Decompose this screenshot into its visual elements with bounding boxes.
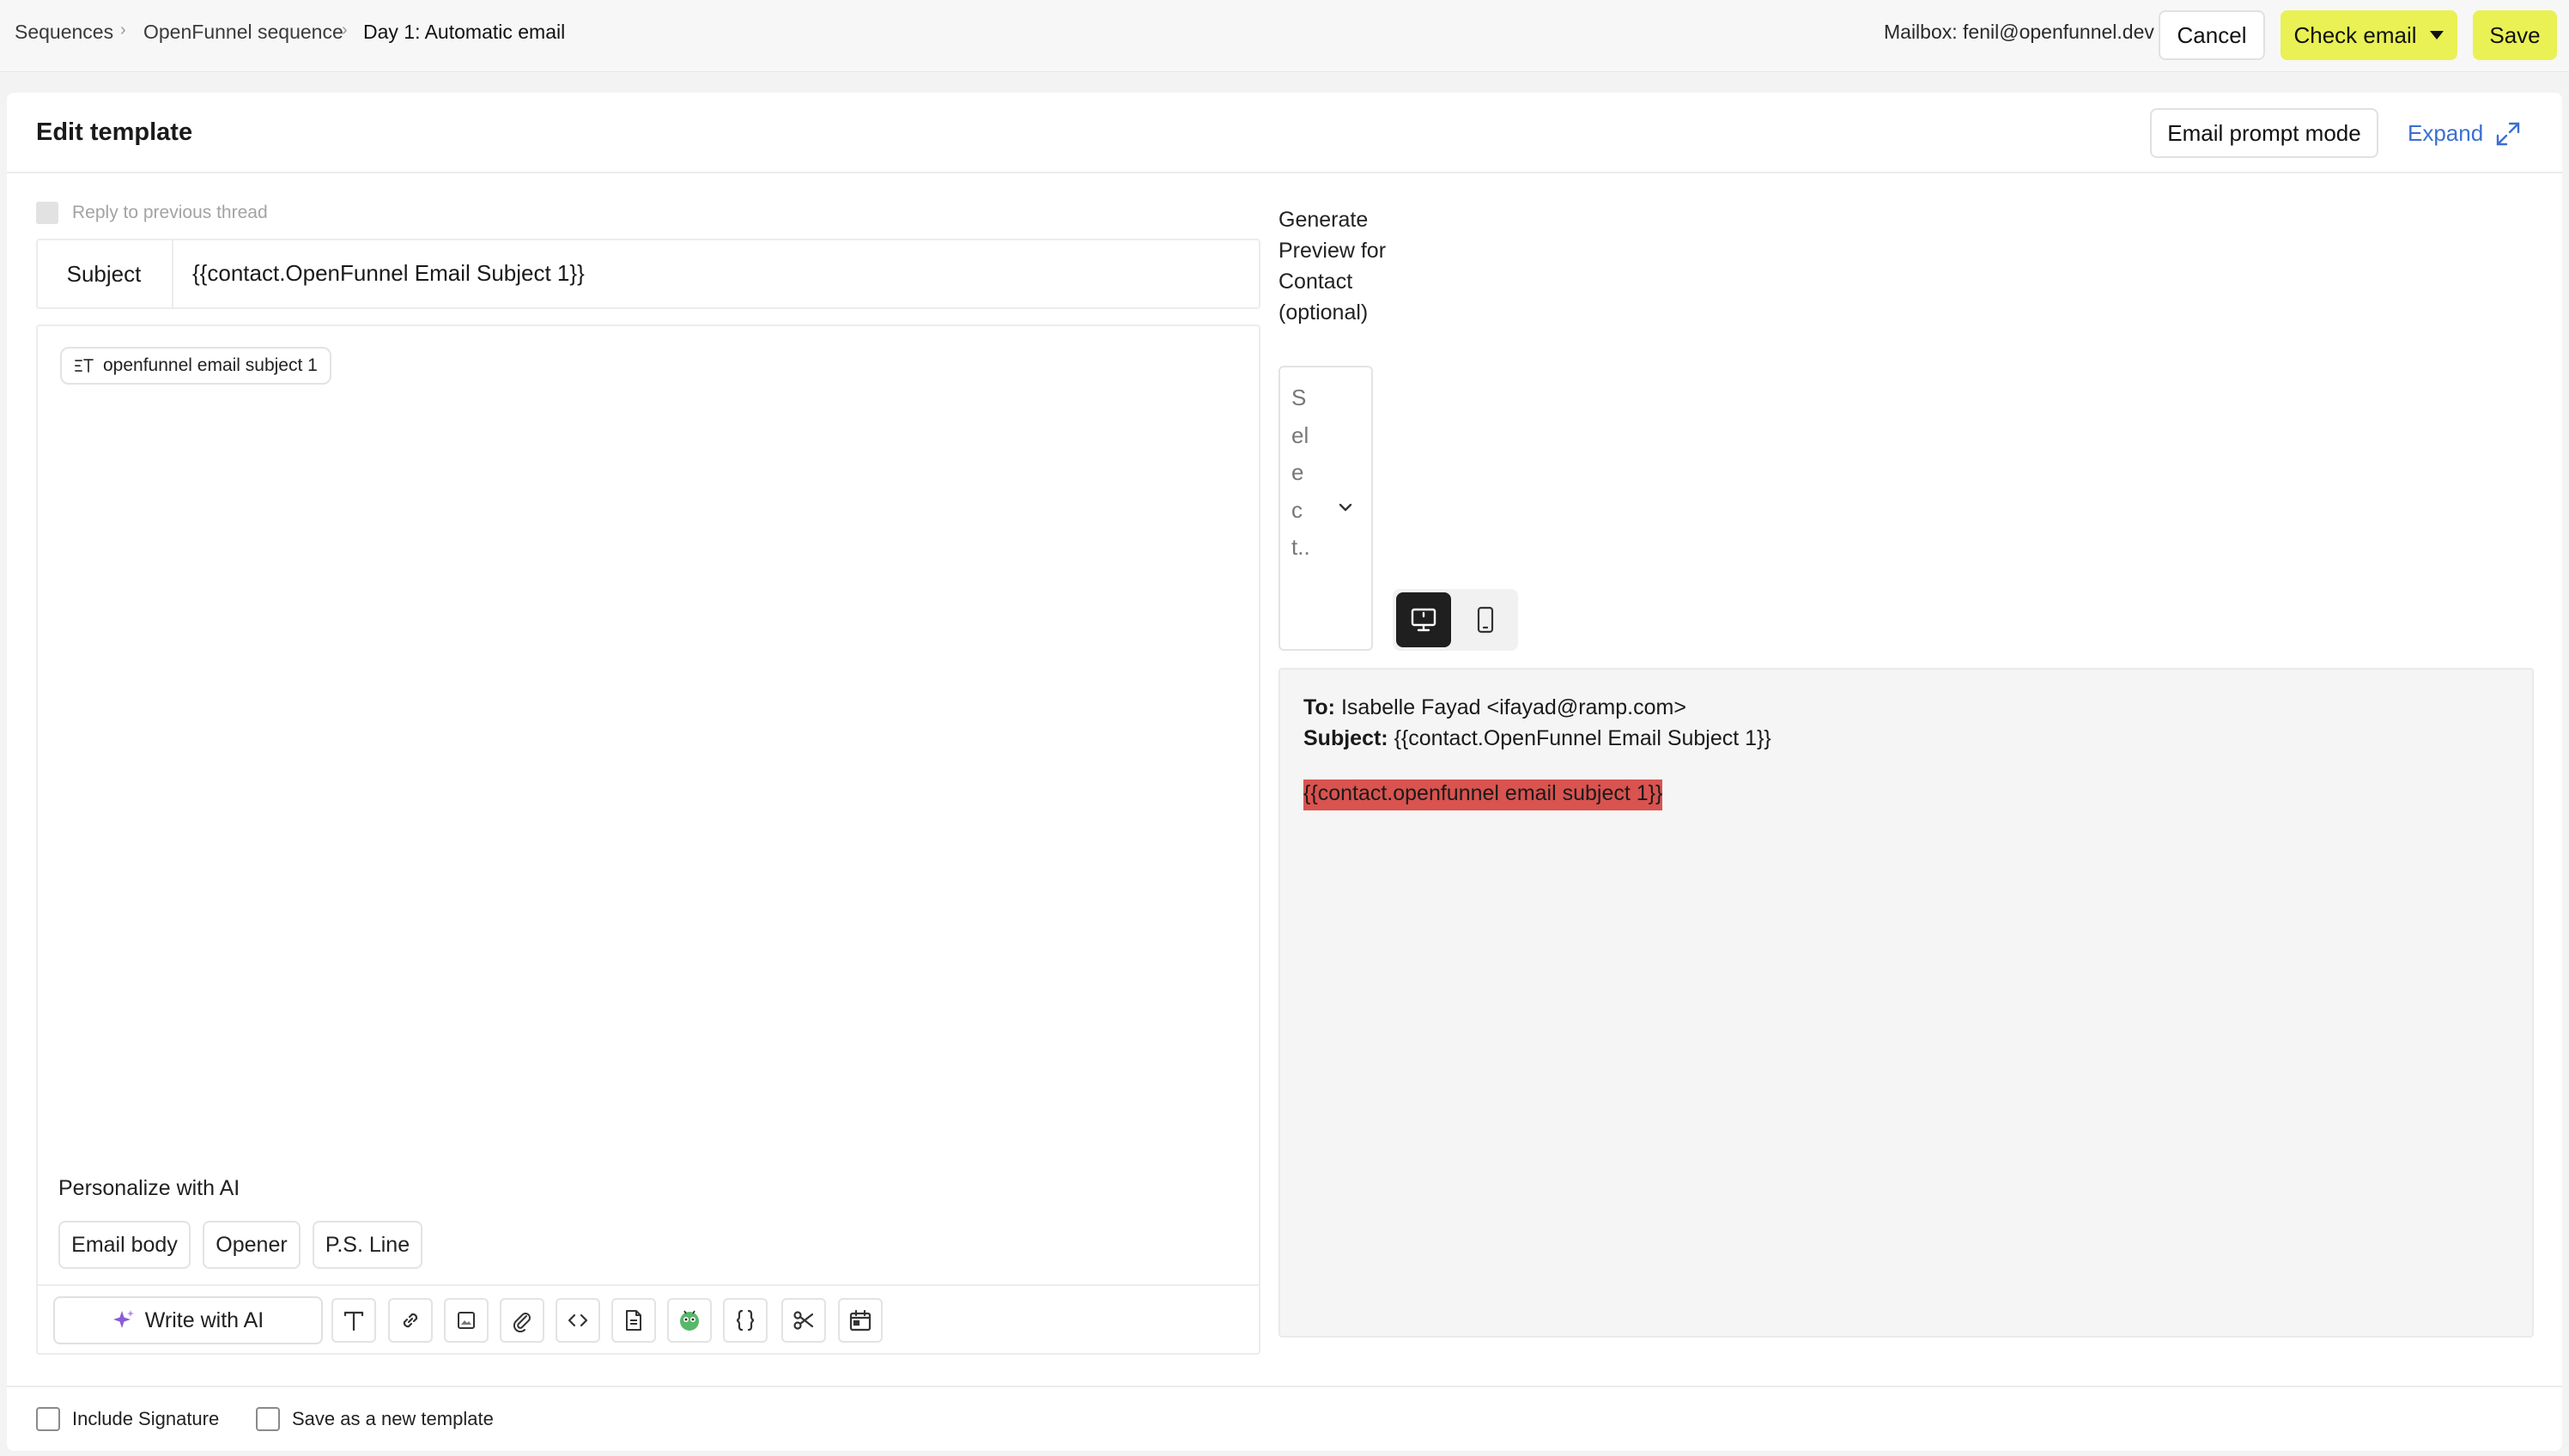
- chevron-right-icon: ›: [342, 21, 348, 39]
- top-bar: Sequences › OpenFunnel sequence › Day 1:…: [0, 0, 2569, 72]
- subject-label: Subject: [36, 239, 173, 309]
- document-button[interactable]: [611, 1298, 656, 1343]
- save-button[interactable]: Save: [2473, 10, 2557, 60]
- save-as-template-label: Save as a new template: [292, 1408, 494, 1429]
- cancel-button[interactable]: Cancel: [2159, 10, 2265, 60]
- snippet-button[interactable]: [781, 1298, 826, 1343]
- mailbox-label: Mailbox: fenil@openfunnel.dev: [1884, 21, 2154, 43]
- document-icon: [626, 1310, 641, 1331]
- page-title: Edit template: [36, 118, 193, 146]
- divider: [7, 172, 2562, 173]
- generate-preview-label: Generate Preview for Contact (optional): [1278, 208, 1387, 325]
- expand-icon: [2496, 122, 2520, 145]
- subject-input[interactable]: {{contact.OpenFunnel Email Subject 1}}: [192, 260, 585, 287]
- preview-unresolved-token: {{contact.openfunnel email subject 1}}: [1303, 780, 1663, 810]
- attachment-icon: [513, 1313, 531, 1332]
- text-format-icon: [343, 1311, 364, 1332]
- calendar-icon: [849, 1309, 872, 1332]
- bug-icon: [680, 1310, 699, 1331]
- divider: [38, 1284, 1259, 1286]
- save-as-template-checkbox[interactable]: [256, 1407, 280, 1431]
- text-variable-icon: [75, 359, 94, 373]
- caret-down-icon: [2429, 31, 2444, 39]
- breadcrumb-openfunnel-sequence[interactable]: OpenFunnel sequence: [143, 21, 343, 44]
- code-icon: [568, 1313, 588, 1327]
- check-email-button[interactable]: Check email: [2281, 10, 2457, 60]
- email-preview-panel: [1278, 668, 2534, 1338]
- email-prompt-mode-label: Email prompt mode: [2167, 119, 2361, 146]
- pill-label: Email body: [71, 1232, 178, 1257]
- divider: [7, 1386, 2562, 1387]
- variables-button[interactable]: [723, 1298, 768, 1343]
- contact-select-placeholder: Select..: [1291, 385, 1310, 560]
- code-button[interactable]: [556, 1298, 600, 1343]
- preview-to-value: Isabelle Fayad <ifayad@ramp.com>: [1340, 695, 1686, 719]
- pill-label: P.S. Line: [325, 1232, 410, 1257]
- breadcrumb-current-step: Day 1: Automatic email: [363, 21, 566, 43]
- chevron-right-icon: ›: [120, 21, 126, 39]
- pill-label: Opener: [216, 1232, 288, 1257]
- email-prompt-mode-button[interactable]: Email prompt mode: [2150, 108, 2378, 158]
- include-signature-label: Include Signature: [72, 1408, 220, 1429]
- breadcrumb-sequences[interactable]: Sequences: [15, 21, 113, 44]
- calendar-button[interactable]: [838, 1298, 883, 1343]
- personalize-opener-button[interactable]: Opener: [203, 1221, 301, 1269]
- attachment-button[interactable]: [500, 1298, 544, 1343]
- desktop-view-button[interactable]: [1396, 592, 1451, 647]
- chevron-down-icon: [1339, 503, 1352, 512]
- expand-button[interactable]: Expand: [2408, 120, 2521, 147]
- link-button[interactable]: [388, 1298, 433, 1343]
- scissors-icon: [793, 1311, 814, 1330]
- include-signature-checkbox[interactable]: [36, 1407, 60, 1431]
- save-button-label: Save: [2489, 21, 2541, 48]
- subject-label-text: Subject: [66, 260, 142, 287]
- preview-subject-line: Subject: {{contact.OpenFunnel Email Subj…: [1303, 726, 1771, 751]
- preview-subject-label: Subject:: [1303, 726, 1388, 750]
- personalize-email-body-button[interactable]: Email body: [58, 1221, 191, 1269]
- cancel-button-label: Cancel: [2177, 21, 2247, 48]
- variable-chip[interactable]: openfunnel email subject 1: [60, 347, 331, 385]
- text-format-button[interactable]: [331, 1298, 376, 1343]
- reply-to-thread-label: Reply to previous thread: [72, 203, 268, 222]
- write-with-ai-label: Write with AI: [144, 1307, 264, 1332]
- mobile-icon: [1477, 606, 1494, 634]
- preview-to-label: To:: [1303, 695, 1336, 719]
- image-icon: [458, 1312, 475, 1329]
- mobile-view-button[interactable]: [1458, 592, 1513, 647]
- link-icon: [403, 1313, 418, 1328]
- reply-to-thread-checkbox[interactable]: [36, 202, 58, 224]
- sparkle-icon: [112, 1310, 134, 1328]
- preview-subject-value: {{contact.OpenFunnel Email Subject 1}}: [1394, 726, 1771, 750]
- image-button[interactable]: [444, 1298, 489, 1343]
- preview-to-line: To: Isabelle Fayad <ifayad@ramp.com>: [1303, 695, 1686, 720]
- write-with-ai-button[interactable]: Write with AI: [53, 1296, 323, 1344]
- expand-label: Expand: [2408, 120, 2484, 146]
- personalize-ps-line-button[interactable]: P.S. Line: [313, 1221, 422, 1269]
- check-email-label: Check email: [2293, 21, 2417, 48]
- braces-icon: [736, 1309, 755, 1332]
- variable-chip-label: openfunnel email subject 1: [103, 355, 318, 375]
- bug-button[interactable]: [667, 1298, 712, 1343]
- desktop-icon: [1411, 608, 1436, 632]
- personalize-label: Personalize with AI: [58, 1176, 240, 1200]
